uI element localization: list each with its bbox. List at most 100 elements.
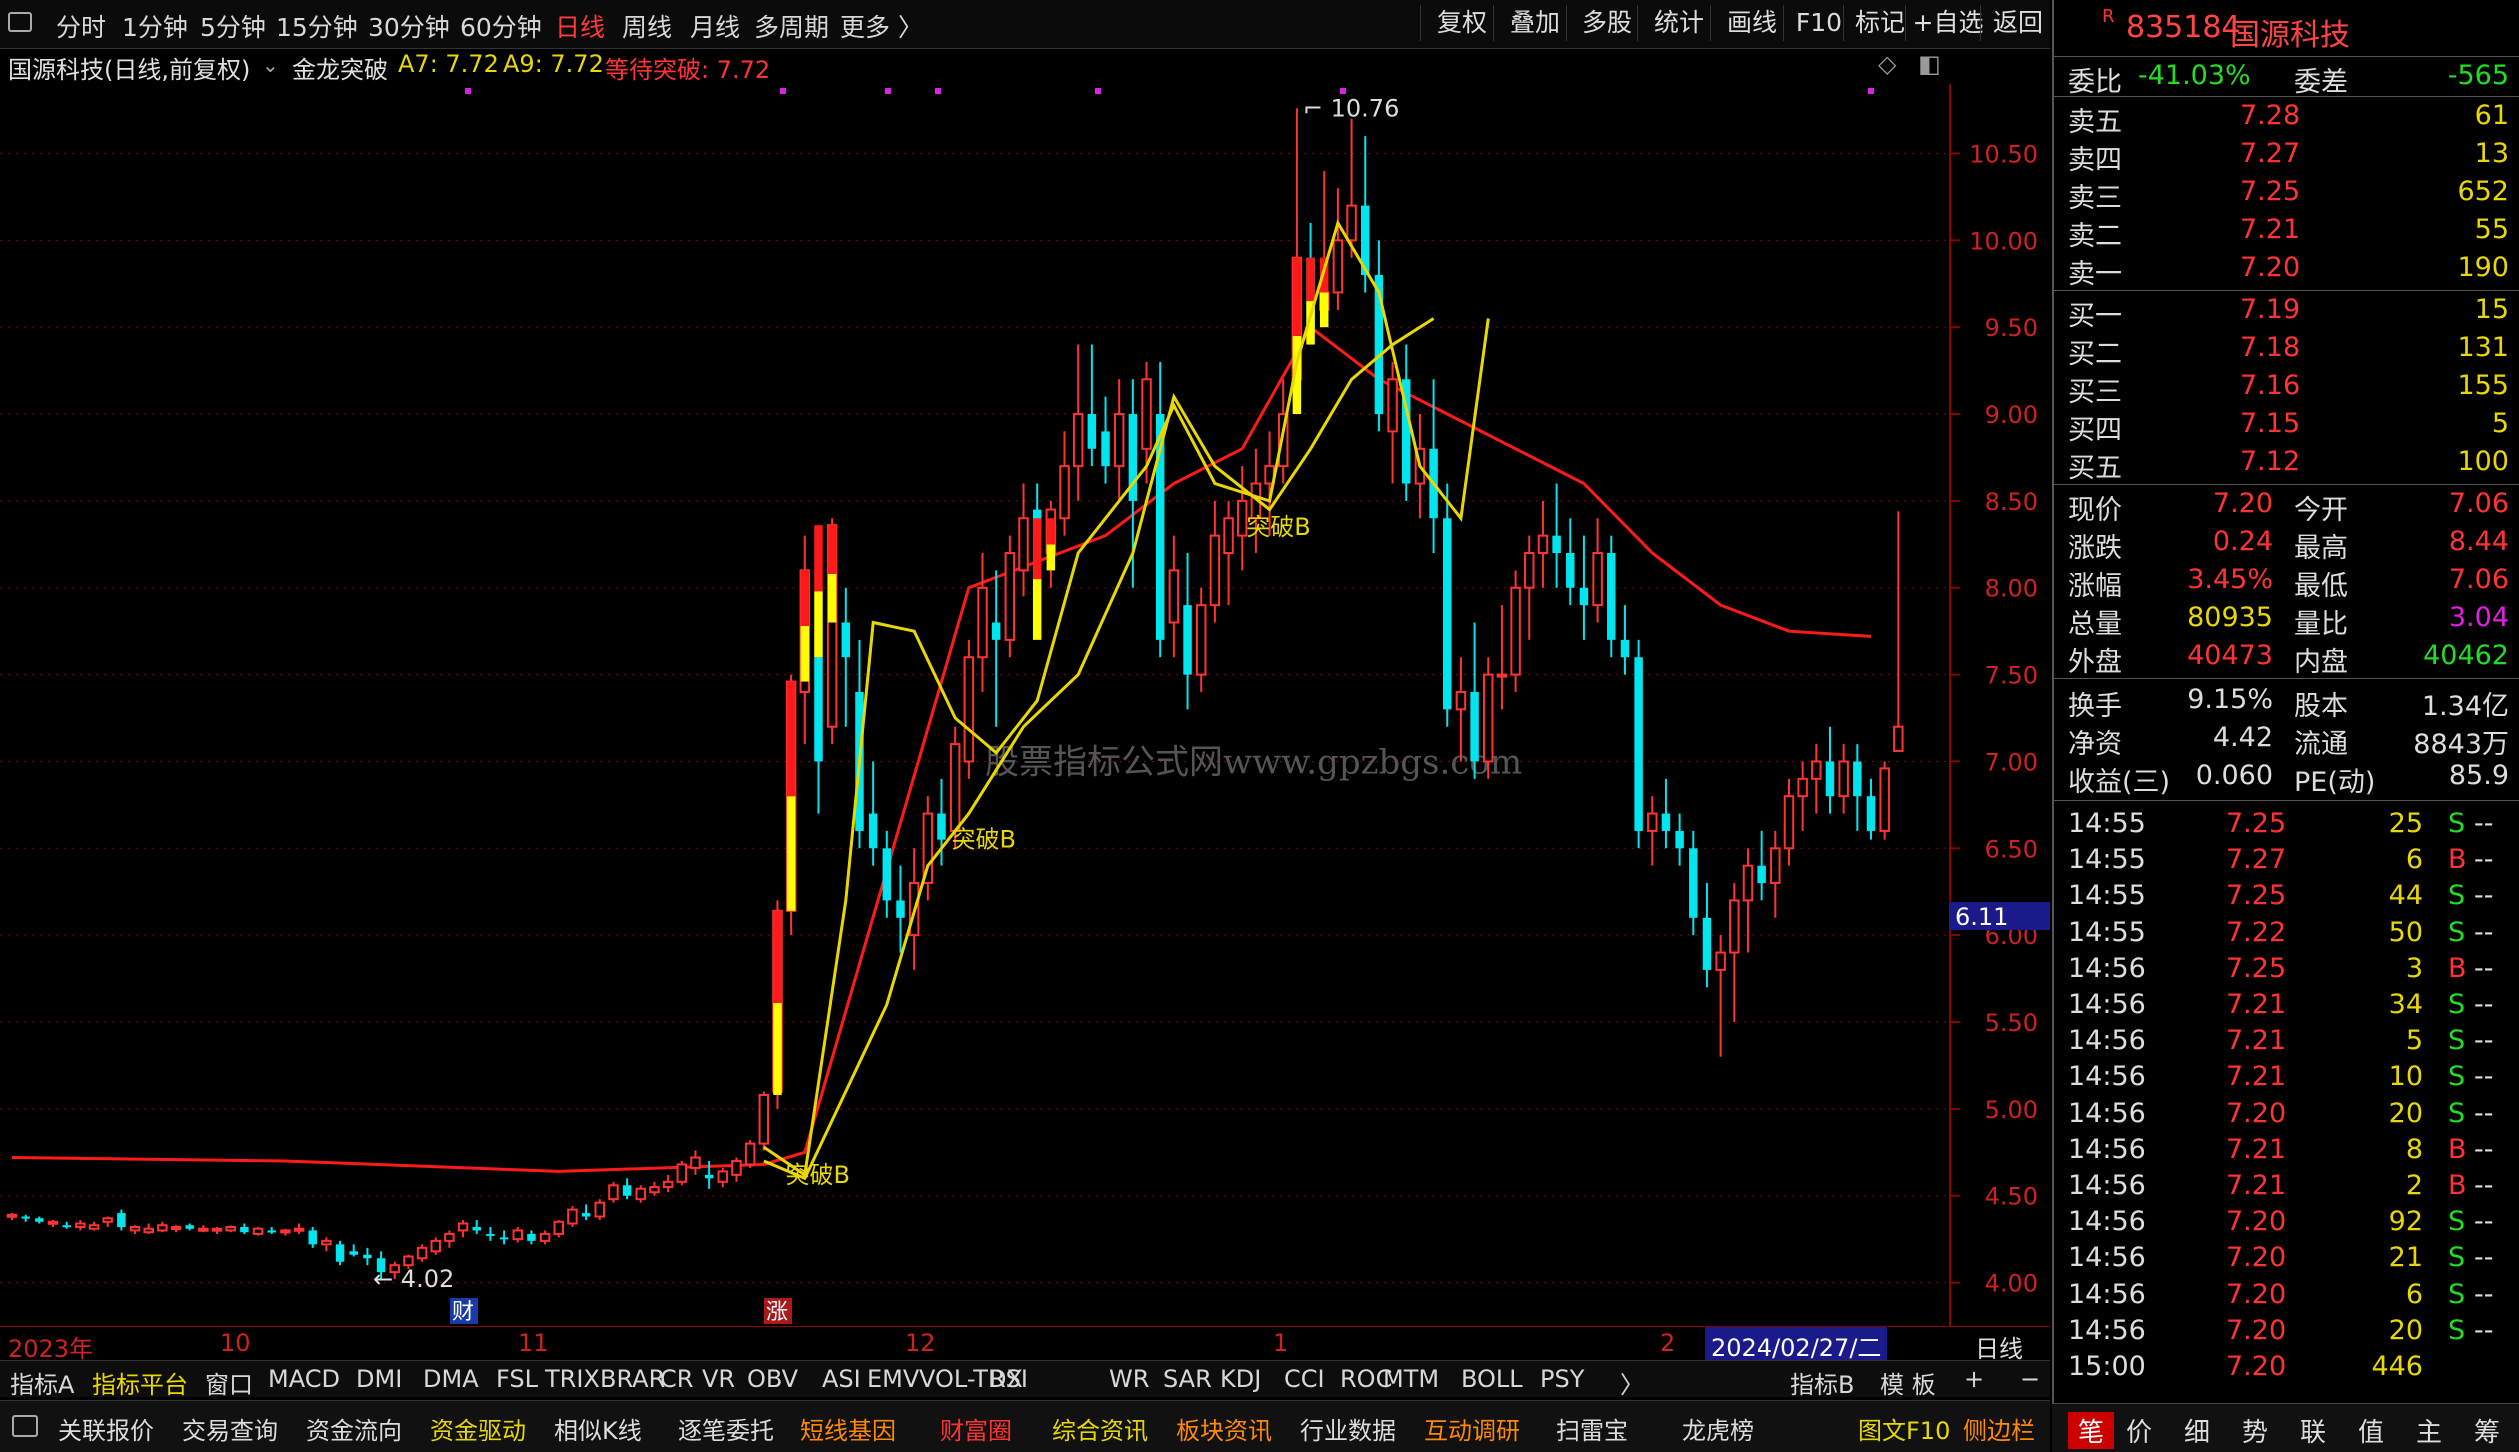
candle[interactable] bbox=[499, 1230, 509, 1245]
period-tab[interactable]: 30分钟 bbox=[368, 8, 450, 44]
candle[interactable] bbox=[1374, 240, 1384, 432]
candle[interactable] bbox=[1866, 778, 1876, 840]
indicator-tab[interactable]: PSY bbox=[1540, 1365, 1584, 1393]
candle[interactable] bbox=[922, 796, 934, 901]
candle[interactable] bbox=[1634, 639, 1643, 849]
candle[interactable] bbox=[1607, 535, 1616, 658]
candle[interactable] bbox=[1470, 622, 1479, 779]
function-button[interactable]: 侧边栏 bbox=[1963, 1411, 2035, 1446]
quote-panel-tab[interactable]: 细 bbox=[2184, 1412, 2210, 1449]
candle[interactable] bbox=[662, 1174, 674, 1193]
candle[interactable] bbox=[349, 1244, 358, 1257]
indicator-tab[interactable]: KDJ bbox=[1220, 1365, 1261, 1393]
period-tab[interactable]: 日线 bbox=[555, 8, 605, 44]
indicator-tab[interactable]: CR bbox=[660, 1365, 693, 1393]
function-button[interactable]: 关联报价 bbox=[58, 1411, 154, 1446]
quote-panel-tab[interactable]: 值 bbox=[2358, 1412, 2384, 1449]
indicator-tab[interactable]: 〉 bbox=[1620, 1365, 1644, 1400]
candle[interactable] bbox=[308, 1226, 317, 1248]
candle[interactable] bbox=[882, 830, 892, 918]
candle[interactable] bbox=[1579, 535, 1589, 640]
candle[interactable] bbox=[527, 1230, 536, 1245]
candle[interactable] bbox=[321, 1237, 332, 1252]
candle[interactable] bbox=[1537, 500, 1549, 588]
candle[interactable] bbox=[553, 1220, 565, 1238]
indicator-tool[interactable]: + bbox=[1964, 1365, 1984, 1393]
indicator-tab[interactable]: MACD bbox=[268, 1365, 340, 1393]
indicator-tab[interactable]: DMA bbox=[423, 1365, 479, 1393]
candle[interactable] bbox=[185, 1223, 194, 1231]
candle[interactable] bbox=[293, 1223, 305, 1234]
candle[interactable] bbox=[1647, 796, 1658, 866]
diamond-icon[interactable]: ◇ bbox=[1878, 50, 1896, 78]
candle[interactable] bbox=[841, 587, 851, 727]
candle[interactable] bbox=[1675, 813, 1684, 866]
period-tab[interactable]: 月线 bbox=[690, 8, 740, 44]
candle[interactable] bbox=[1332, 188, 1344, 310]
candle[interactable] bbox=[335, 1240, 345, 1266]
indicator-tab[interactable]: RSI bbox=[989, 1365, 1028, 1393]
candle[interactable] bbox=[170, 1225, 182, 1233]
candle[interactable] bbox=[963, 639, 975, 779]
indicator-tab[interactable]: WR bbox=[1109, 1365, 1149, 1393]
function-button[interactable]: 短线基因 bbox=[800, 1411, 896, 1446]
period-tab[interactable]: 更多 〉 bbox=[840, 8, 923, 44]
candle[interactable] bbox=[486, 1226, 495, 1241]
kline-chart[interactable]: 4.004.505.005.506.006.507.007.508.008.50… bbox=[0, 84, 2050, 1326]
indicator-tab[interactable]: TRIX bbox=[545, 1365, 600, 1393]
candle[interactable] bbox=[1838, 744, 1849, 814]
candle[interactable] bbox=[1018, 483, 1029, 597]
period-tab[interactable]: 1分钟 bbox=[122, 8, 188, 44]
candle[interactable] bbox=[1387, 361, 1398, 484]
candle[interactable] bbox=[1443, 483, 1452, 727]
period-tab[interactable]: 5分钟 bbox=[200, 8, 266, 44]
indicator-tab[interactable]: VR bbox=[702, 1365, 735, 1393]
candle[interactable] bbox=[1811, 744, 1822, 814]
indicator-tab[interactable]: FSL bbox=[496, 1365, 538, 1393]
chart-tool-button[interactable]: 画线 bbox=[1710, 5, 1793, 41]
candle[interactable] bbox=[1183, 553, 1192, 710]
chevron-down-icon[interactable]: ⌄ bbox=[262, 53, 279, 77]
function-button[interactable]: 扫雷宝 bbox=[1556, 1411, 1628, 1446]
indicator-tab[interactable]: 指标A bbox=[10, 1365, 74, 1400]
candle[interactable] bbox=[1346, 118, 1357, 258]
candle[interactable] bbox=[1879, 761, 1890, 840]
candle[interactable] bbox=[267, 1226, 276, 1234]
candle[interactable] bbox=[1059, 431, 1070, 536]
candle[interactable] bbox=[1510, 570, 1521, 692]
function-button[interactable]: 板块资讯 bbox=[1176, 1411, 1272, 1446]
candle[interactable] bbox=[690, 1150, 701, 1175]
period-tab[interactable]: 15分钟 bbox=[276, 8, 358, 44]
candle[interactable] bbox=[129, 1225, 141, 1234]
function-button[interactable]: 图文F10 bbox=[1858, 1411, 1950, 1446]
cai-marker[interactable]: 财 bbox=[452, 1300, 474, 1325]
quote-panel-tab[interactable]: 价 bbox=[2126, 1412, 2152, 1449]
candle[interactable] bbox=[35, 1216, 44, 1224]
candle[interactable] bbox=[240, 1223, 249, 1234]
candle[interactable] bbox=[977, 553, 988, 692]
candle[interactable] bbox=[157, 1221, 168, 1233]
function-button[interactable]: 综合资讯 bbox=[1052, 1411, 1148, 1446]
candle[interactable] bbox=[472, 1220, 481, 1234]
candle[interactable] bbox=[1702, 883, 1712, 988]
quote-panel-tab[interactable]: 联 bbox=[2300, 1412, 2326, 1449]
candle[interactable] bbox=[1689, 830, 1698, 936]
indicator-tool[interactable]: 模 板 bbox=[1880, 1365, 1936, 1400]
candle[interactable] bbox=[416, 1244, 428, 1262]
function-button[interactable]: 龙虎榜 bbox=[1682, 1411, 1754, 1446]
candle[interactable] bbox=[1483, 657, 1494, 779]
period-tag[interactable]: 日线 bbox=[1975, 1329, 2023, 1364]
quote-panel-tab[interactable]: 主 bbox=[2416, 1412, 2442, 1449]
candle[interactable] bbox=[896, 865, 905, 953]
candle[interactable] bbox=[581, 1204, 591, 1221]
zhang-marker[interactable]: 涨 bbox=[766, 1300, 788, 1325]
candle[interactable] bbox=[211, 1226, 223, 1234]
function-button[interactable]: 资金驱动 bbox=[430, 1411, 526, 1446]
candle[interactable] bbox=[1087, 344, 1097, 467]
candle[interactable] bbox=[1168, 535, 1180, 658]
candle[interactable] bbox=[430, 1237, 441, 1255]
indicator-tab[interactable]: CCI bbox=[1284, 1365, 1325, 1393]
candle[interactable] bbox=[1223, 500, 1234, 606]
indicator-tab[interactable]: MTM bbox=[1383, 1365, 1439, 1393]
candle[interactable] bbox=[1524, 535, 1535, 640]
